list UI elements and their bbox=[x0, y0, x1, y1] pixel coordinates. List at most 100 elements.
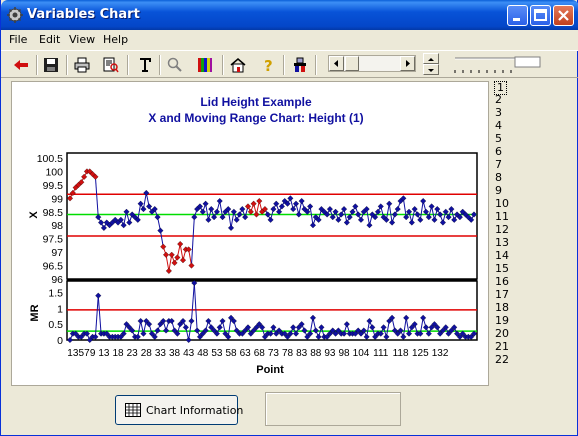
x-data-point bbox=[250, 200, 257, 207]
list-item[interactable]: 4 bbox=[495, 120, 502, 132]
list-item[interactable]: 22 bbox=[495, 354, 509, 366]
list-item[interactable]: 16 bbox=[495, 276, 509, 288]
x-data-point bbox=[470, 211, 478, 218]
x-data-point bbox=[126, 219, 133, 226]
mr-data-point bbox=[403, 314, 410, 321]
spin-up-button[interactable] bbox=[423, 53, 439, 64]
mr-data-point bbox=[188, 317, 195, 325]
home-button[interactable] bbox=[227, 54, 249, 76]
list-item[interactable]: 20 bbox=[495, 328, 509, 340]
menu-file[interactable]: File bbox=[9, 33, 27, 46]
print-preview-icon bbox=[103, 57, 119, 73]
spin-down-button[interactable] bbox=[423, 64, 439, 75]
list-item[interactable]: 12 bbox=[495, 224, 509, 236]
mr-data-point bbox=[363, 333, 370, 340]
mr-data-point bbox=[380, 324, 387, 331]
x-data-point bbox=[278, 203, 285, 210]
control-chart[interactable]: Lid Height Example X and Moving Range Ch… bbox=[12, 82, 490, 387]
list-item[interactable]: 18 bbox=[495, 302, 509, 314]
x-data-point bbox=[448, 206, 455, 213]
title-bar[interactable]: Variables Chart bbox=[1, 0, 578, 30]
spin-control[interactable] bbox=[423, 53, 439, 75]
x-tick-label: 118 bbox=[393, 348, 409, 359]
x-y-tick-label: 100.5 bbox=[37, 153, 63, 165]
list-item[interactable]: 2 bbox=[495, 94, 502, 106]
list-item[interactable]: 21 bbox=[495, 341, 509, 353]
x-data-point bbox=[437, 211, 444, 218]
status-box bbox=[265, 392, 401, 426]
text-button[interactable] bbox=[134, 54, 156, 76]
scroll-thumb[interactable] bbox=[345, 56, 359, 71]
x-data-point bbox=[264, 211, 271, 218]
toolbar-separator bbox=[66, 55, 68, 75]
list-item[interactable]: 10 bbox=[495, 198, 509, 210]
x-data-point bbox=[326, 206, 333, 213]
x-data-point bbox=[434, 206, 441, 213]
mr-data-point bbox=[309, 314, 316, 321]
list-item[interactable]: 17 bbox=[495, 289, 509, 301]
zoom-slider[interactable] bbox=[453, 54, 543, 76]
mr-data-point bbox=[369, 324, 376, 331]
x-data-point bbox=[298, 198, 305, 205]
x-data-point bbox=[355, 211, 362, 218]
menu-edit[interactable]: Edit bbox=[39, 33, 60, 46]
x-series-segment bbox=[94, 176, 99, 218]
scroll-right-button[interactable] bbox=[400, 56, 415, 71]
chart-options-button[interactable] bbox=[289, 54, 311, 76]
back-button[interactable] bbox=[10, 54, 32, 76]
x-tick-label: 9 bbox=[90, 348, 96, 359]
x-data-point bbox=[140, 206, 147, 213]
zoom-button[interactable] bbox=[164, 54, 186, 76]
list-item[interactable]: 15 bbox=[495, 263, 509, 275]
toolbar-separator bbox=[315, 55, 317, 75]
mr-data-point bbox=[185, 336, 192, 344]
list-item[interactable]: 13 bbox=[495, 237, 509, 249]
list-item[interactable]: 7 bbox=[495, 159, 502, 171]
x-tick-label: 48 bbox=[197, 348, 209, 359]
x-data-point bbox=[233, 216, 240, 223]
x-data-point bbox=[208, 206, 215, 213]
mr-data-point bbox=[95, 292, 102, 299]
x-data-point bbox=[411, 206, 418, 213]
list-item[interactable]: 9 bbox=[495, 185, 502, 197]
x-series-segment bbox=[227, 209, 232, 228]
list-item[interactable]: 11 bbox=[495, 211, 509, 223]
text-icon bbox=[140, 58, 151, 72]
scroll-left-button[interactable] bbox=[329, 56, 344, 71]
minimize-button[interactable] bbox=[507, 5, 528, 26]
horizontal-scrollbar[interactable] bbox=[328, 55, 416, 72]
x-data-point bbox=[341, 206, 348, 213]
help-button[interactable]: ? bbox=[257, 54, 279, 76]
list-item[interactable]: 5 bbox=[495, 133, 502, 145]
x-data-point bbox=[146, 203, 153, 210]
toolbar-separator bbox=[127, 55, 129, 75]
point-list[interactable]: 1 2 3 4 5 6 7 8 9 10 11 12 13 14 15 16 17 18 19 20 21 22 bbox=[491, 78, 577, 386]
close-button[interactable] bbox=[553, 5, 574, 26]
print-preview-button[interactable] bbox=[100, 54, 122, 76]
list-item[interactable]: 14 bbox=[495, 250, 509, 262]
save-button[interactable] bbox=[40, 54, 62, 76]
mr-data-point bbox=[290, 324, 297, 331]
menu-view[interactable]: View bbox=[69, 33, 95, 46]
menu-help[interactable]: Help bbox=[103, 33, 128, 46]
list-item[interactable]: 19 bbox=[495, 315, 509, 327]
print-button[interactable] bbox=[71, 54, 93, 76]
x-y-tick-label: 98.5 bbox=[43, 207, 64, 219]
x-data-point bbox=[216, 198, 223, 205]
color-palette-button[interactable] bbox=[194, 54, 216, 76]
mr-data-point bbox=[216, 324, 223, 331]
mr-series-segment bbox=[227, 317, 232, 337]
chart-information-button[interactable]: Chart Information bbox=[115, 395, 243, 425]
x-y-tick-label: 96 bbox=[51, 274, 63, 286]
x-data-point bbox=[205, 216, 212, 223]
x-data-point bbox=[202, 200, 209, 207]
list-item[interactable]: 3 bbox=[495, 107, 502, 119]
x-data-point bbox=[394, 206, 401, 213]
list-item[interactable]: 6 bbox=[495, 146, 502, 158]
maximize-button[interactable] bbox=[530, 5, 551, 26]
arrow-up-icon bbox=[428, 58, 434, 61]
toolbar-separator bbox=[36, 55, 38, 75]
x-tick-label: 111 bbox=[373, 348, 389, 359]
x-data-point bbox=[389, 219, 396, 226]
list-item[interactable]: 8 bbox=[495, 172, 502, 184]
